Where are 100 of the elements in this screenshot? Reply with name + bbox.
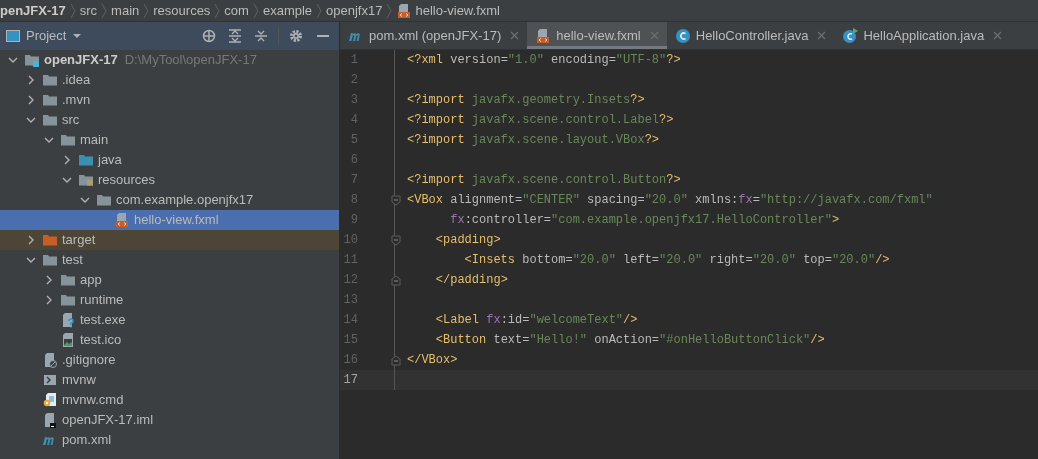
code-line: <Label fx:id="welcomeText"/> bbox=[434, 312, 638, 329]
chevron-right-icon bbox=[316, 2, 323, 19]
code-line: <padding> bbox=[434, 232, 501, 249]
expand-all-icon[interactable] bbox=[228, 29, 242, 43]
path-hint: D:\MyTool\openJFX-17 bbox=[124, 51, 257, 70]
circle-c-icon bbox=[674, 27, 691, 44]
tree-item[interactable]: .mvn bbox=[0, 90, 339, 110]
tree-item[interactable]: mvnw.cmd bbox=[0, 390, 339, 410]
chevron-right-icon bbox=[143, 2, 150, 19]
image-file-icon bbox=[60, 332, 76, 348]
folder-icon bbox=[60, 292, 76, 308]
caret-icon[interactable] bbox=[72, 33, 83, 39]
close-icon[interactable] bbox=[817, 31, 827, 40]
chevron-right-icon bbox=[386, 2, 393, 19]
tree-item[interactable]: main bbox=[0, 130, 339, 150]
file-icon bbox=[42, 352, 58, 368]
line-number: 3 bbox=[349, 92, 358, 109]
editor-tab[interactable]: pom.xml (openJFX-17) bbox=[340, 22, 528, 49]
panel-title[interactable]: Project bbox=[26, 26, 67, 46]
fold-marker-icon[interactable] bbox=[391, 234, 401, 246]
chevron-right-icon bbox=[252, 2, 259, 19]
tree-item[interactable]: test.exe bbox=[0, 310, 339, 330]
line-number: 11 bbox=[342, 252, 358, 269]
tree-item[interactable]: test.ico bbox=[0, 330, 339, 350]
settings-icon[interactable] bbox=[289, 29, 303, 43]
editor-tab[interactable]: HelloApplication.java bbox=[834, 22, 1011, 49]
code-line: </padding> bbox=[434, 272, 508, 289]
locate-icon[interactable] bbox=[202, 29, 216, 43]
folder-icon bbox=[42, 92, 58, 108]
code-line: <?import javafx.scene.layout.VBox?> bbox=[406, 132, 660, 149]
folder-icon bbox=[42, 252, 58, 268]
folder-icon bbox=[78, 172, 94, 188]
editor-tab[interactable]: HelloController.java bbox=[666, 22, 835, 49]
breadcrumb[interactable]: example bbox=[262, 0, 313, 21]
editor-tab[interactable]: hello-view.fxml bbox=[527, 22, 667, 49]
breadcrumb[interactable]: src bbox=[79, 0, 98, 21]
code-line: <Button text="Hello!" onAction="#onHelloButtonClick"/> bbox=[434, 332, 825, 349]
circle-c-icon bbox=[842, 27, 859, 44]
line-number: 14 bbox=[342, 312, 358, 329]
line-number: 17 bbox=[342, 372, 358, 389]
tree-item[interactable]: test bbox=[0, 250, 339, 270]
code-line: <Insets bottom="20.0" left="20.0" right="20.0" top="20.0"/> bbox=[463, 252, 890, 269]
tree-item[interactable]: target bbox=[0, 230, 339, 250]
close-icon[interactable] bbox=[993, 31, 1003, 40]
line-number: 6 bbox=[349, 152, 358, 169]
line-number: 13 bbox=[342, 292, 358, 309]
line-number: 8 bbox=[349, 192, 358, 209]
code-line: <VBox alignment="CENTER" spacing="20.0" xmlns:fx="http://javafx.com/fxml" bbox=[406, 192, 933, 209]
line-number: 9 bbox=[349, 212, 358, 229]
fold-marker-icon[interactable] bbox=[391, 354, 401, 366]
file-icon bbox=[396, 2, 413, 19]
line-number: 5 bbox=[349, 132, 358, 149]
tree-item[interactable]: runtime bbox=[0, 290, 339, 310]
tree-item[interactable]: openJFX-17.iml bbox=[0, 410, 339, 430]
tree-item[interactable]: src bbox=[0, 110, 339, 130]
panel-icon bbox=[6, 30, 20, 42]
tree-item[interactable]: .gitignore bbox=[0, 350, 339, 370]
line-number: 15 bbox=[342, 332, 358, 349]
minimize-icon[interactable] bbox=[317, 34, 329, 38]
line-number: 4 bbox=[349, 112, 358, 129]
code-line: fx:controller="com.example.openjfx17.HelloController"> bbox=[449, 212, 840, 229]
file-icon bbox=[60, 312, 76, 328]
collapse-all-icon[interactable] bbox=[254, 29, 268, 43]
breadcrumb[interactable]: openjfx17 bbox=[326, 0, 383, 21]
folder-icon bbox=[42, 232, 58, 248]
line-number: 2 bbox=[349, 72, 358, 89]
fold-marker-icon[interactable] bbox=[391, 194, 401, 206]
breadcrumb[interactable]: resources bbox=[153, 0, 211, 21]
line-number: 16 bbox=[342, 352, 358, 369]
code-line: <?xml version="1.0" encoding="UTF-8"?> bbox=[406, 52, 681, 69]
file-icon bbox=[42, 412, 58, 428]
breadcrumb[interactable]: com bbox=[224, 0, 249, 21]
breadcrumb[interactable]: hello-view.fxml bbox=[415, 0, 500, 21]
chevron-right-icon bbox=[214, 2, 221, 19]
code-line: <?import javafx.scene.control.Button?> bbox=[406, 172, 681, 189]
line-number: 12 bbox=[342, 272, 358, 289]
breadcrumb[interactable]: penJFX-17 bbox=[0, 0, 66, 21]
file-icon bbox=[114, 212, 130, 228]
folder-icon bbox=[24, 52, 40, 68]
chevron-right-icon bbox=[101, 2, 108, 19]
fold-marker-icon[interactable] bbox=[391, 274, 401, 286]
folder-icon bbox=[96, 192, 112, 208]
tree-item[interactable]: com.example.openjfx17 bbox=[0, 190, 339, 210]
tree-item[interactable]: openJFX-17 D:\MyTool\openJFX-17 bbox=[0, 50, 339, 70]
tree-item[interactable]: java bbox=[0, 150, 339, 170]
tree-item[interactable]: .idea bbox=[0, 70, 339, 90]
folder-icon bbox=[42, 112, 58, 128]
file-icon bbox=[535, 27, 552, 44]
line-number: 7 bbox=[349, 172, 358, 189]
code-line: </VBox> bbox=[406, 352, 458, 369]
breadcrumb[interactable]: main bbox=[111, 0, 140, 21]
gear-file-icon bbox=[42, 392, 58, 408]
tree-item[interactable]: pom.xml bbox=[0, 430, 339, 450]
tree-item[interactable]: resources bbox=[0, 170, 339, 190]
line-number: 10 bbox=[342, 232, 358, 249]
tree-item[interactable]: mvnw bbox=[0, 370, 339, 390]
folder-icon bbox=[78, 152, 94, 168]
tree-item[interactable]: app bbox=[0, 270, 339, 290]
close-icon[interactable] bbox=[510, 31, 520, 40]
chevron-right-icon bbox=[69, 2, 76, 19]
